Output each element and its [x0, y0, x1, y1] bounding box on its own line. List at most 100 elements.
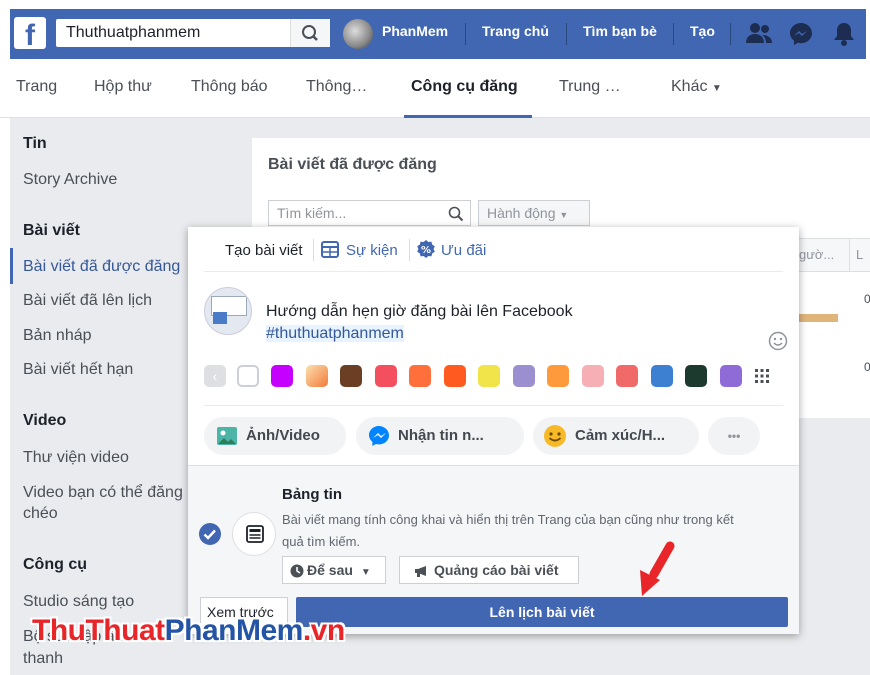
post-composer-text[interactable]: Hướng dẫn hẹn giờ đăng bài lên Facebook … — [266, 301, 573, 345]
panel-title: Bài viết đã được đăng — [268, 156, 437, 173]
smiley-icon — [544, 425, 566, 447]
sidebar-item-published-posts[interactable]: Bài viết đã được đăng — [23, 258, 180, 276]
news-feed-description: Bài viết mang tính công khai và hiển thị… — [282, 512, 734, 527]
page-profile-picture — [204, 287, 252, 335]
background-swatch[interactable] — [375, 365, 397, 387]
more-options-button[interactable]: ••• — [708, 417, 760, 455]
tab-page[interactable]: Trang — [16, 78, 57, 96]
actions-dropdown[interactable]: Hành động ▼ — [478, 200, 590, 226]
schedule-post-label: Lên lịch bài viết — [489, 604, 595, 620]
background-swatch[interactable] — [685, 365, 707, 387]
divider — [673, 23, 674, 45]
background-swatch[interactable] — [616, 365, 638, 387]
background-swatch[interactable] — [720, 365, 742, 387]
background-swatch[interactable] — [340, 365, 362, 387]
tab-more[interactable]: Khác ▼ — [671, 78, 722, 96]
feed-icon — [246, 525, 264, 543]
post-hashtag: #thuthuatphanmem — [266, 325, 404, 342]
tab-insights[interactable]: Thông… — [306, 78, 367, 96]
chevron-left-icon[interactable]: ‹ — [204, 365, 226, 387]
background-swatch[interactable] — [271, 365, 293, 387]
checkmark-circle-icon[interactable] — [198, 522, 222, 546]
watermark-logo: ThuThuatPhanMem.vn — [32, 614, 345, 648]
sidebar-heading-video: Video — [23, 412, 67, 429]
sidebar-heading-tools: Công cụ — [23, 556, 87, 573]
caret-down-icon: ▼ — [360, 567, 371, 578]
sidebar-item-video-library[interactable]: Thư viện video — [23, 449, 129, 467]
messenger-icon[interactable] — [788, 21, 814, 47]
background-swatch[interactable] — [444, 365, 466, 387]
news-feed-description-line2: quả tìm kiếm. — [282, 534, 361, 549]
post-text-line: Hướng dẫn hẹn giờ đăng bài lên Facebook — [266, 303, 573, 320]
background-swatch[interactable] — [237, 365, 259, 387]
sidebar-item-story-archive[interactable]: Story Archive — [23, 171, 117, 189]
tab-more-label: Khác — [671, 78, 708, 95]
sidebar-item-scheduled-posts[interactable]: Bài viết đã lên lịch — [23, 292, 152, 310]
actions-dropdown-label: Hành động — [487, 205, 556, 221]
tab-publishing-tools[interactable]: Công cụ đăng — [411, 78, 518, 96]
nav-find-friends[interactable]: Tìm bạn bè — [583, 23, 657, 39]
sidebar-item-creator-studio[interactable]: Studio sáng tạo — [23, 593, 134, 611]
photo-icon — [217, 427, 237, 445]
background-swatch[interactable] — [513, 365, 535, 387]
row-value: 0 — [864, 292, 870, 306]
background-swatch[interactable] — [547, 365, 569, 387]
get-messages-label: Nhận tin n... — [398, 427, 484, 444]
news-feed-title: Bảng tin — [282, 486, 342, 503]
profile-link[interactable]: PhanMem — [382, 23, 448, 39]
tab-offer[interactable]: Ưu đãi — [441, 242, 486, 259]
column-header-engagement[interactable]: L — [849, 238, 870, 272]
clock-icon — [290, 564, 304, 578]
event-calendar-icon — [321, 241, 339, 258]
tab-inbox[interactable]: Hộp thư — [94, 78, 152, 96]
background-swatch[interactable] — [478, 365, 500, 387]
nav-home[interactable]: Trang chủ — [482, 23, 549, 39]
watermark-part3: .vn — [302, 614, 345, 647]
grid-menu-icon[interactable] — [754, 368, 770, 384]
search-input-value: Thuthuatphanmem — [66, 24, 201, 41]
more-options-icon: ••• — [727, 429, 741, 443]
tab-notifications[interactable]: Thông báo — [191, 78, 268, 96]
column-header-reach[interactable]: gườ... — [792, 238, 850, 272]
search-icon — [448, 206, 464, 222]
top-navigation-bar: f Thuthuatphanmem PhanMem Trang chủ Tìm … — [0, 0, 870, 62]
background-swatch[interactable] — [651, 365, 673, 387]
background-swatch[interactable] — [409, 365, 431, 387]
boost-post-button[interactable]: Quảng cáo bài viết — [399, 556, 579, 584]
search-input[interactable]: Thuthuatphanmem — [56, 19, 330, 47]
boost-post-label: Quảng cáo bài viết — [434, 562, 559, 578]
avatar[interactable] — [343, 19, 373, 49]
tab-create-post[interactable]: Tạo bài viết — [225, 242, 303, 259]
search-button[interactable] — [290, 19, 330, 47]
emoji-icon[interactable] — [768, 331, 788, 351]
get-messages-button[interactable]: Nhận tin n... — [356, 417, 524, 455]
nav-create[interactable]: Tạo — [690, 23, 715, 39]
sidebar-item-crosspost-videos-line2[interactable]: chéo — [23, 505, 58, 523]
sidebar-item-sound-collection-line2[interactable]: thanh — [23, 650, 63, 668]
news-feed-icon — [232, 512, 276, 556]
schedule-later-dropdown[interactable]: Để sau ▼ — [282, 556, 386, 584]
divider — [313, 239, 314, 261]
background-swatch[interactable] — [306, 365, 328, 387]
tab-center[interactable]: Trung … — [559, 78, 621, 96]
feeling-activity-button[interactable]: Cảm xúc/H... — [533, 417, 699, 455]
active-sidebar-indicator — [10, 248, 13, 284]
tab-event[interactable]: Sự kiện — [346, 242, 398, 259]
facebook-logo-icon[interactable]: f — [14, 17, 46, 49]
page-tab-bar: Trang Hộp thư Thông báo Thông… Công cụ đ… — [0, 62, 870, 118]
photo-video-button[interactable]: Ảnh/Video — [204, 417, 346, 455]
sidebar-item-crosspost-videos[interactable]: Video bạn có thể đăng — [23, 484, 183, 502]
sidebar-item-expired-posts[interactable]: Bài viết hết hạn — [23, 361, 133, 379]
watermark-part2: PhanMem — [164, 614, 304, 647]
feeling-activity-label: Cảm xúc/H... — [575, 427, 666, 444]
panel-search-input[interactable]: Tìm kiếm... — [268, 200, 471, 226]
notifications-bell-icon[interactable] — [832, 21, 856, 47]
background-swatch[interactable] — [582, 365, 604, 387]
messenger-icon — [369, 426, 389, 446]
divider — [730, 23, 731, 45]
sidebar-item-drafts[interactable]: Bản nháp — [23, 327, 92, 345]
schedule-post-button[interactable]: Lên lịch bài viết — [296, 597, 788, 627]
divider — [465, 23, 466, 45]
divider — [566, 23, 567, 45]
friend-requests-icon[interactable] — [745, 21, 773, 47]
